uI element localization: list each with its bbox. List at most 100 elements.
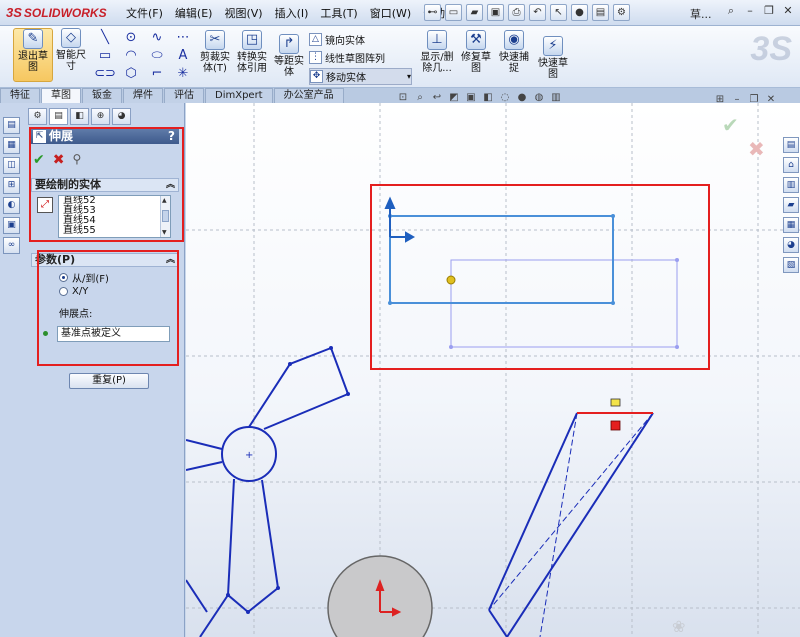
hide-show-icon[interactable]: ◌ bbox=[498, 91, 512, 105]
appearances-icon[interactable]: ◕ bbox=[783, 237, 799, 253]
library-icon[interactable]: ▥ bbox=[783, 177, 799, 193]
cancel-x-icon[interactable]: ✖ bbox=[53, 152, 65, 168]
restore-icon[interactable]: ❐ bbox=[761, 4, 777, 20]
viewport-minimize-icon[interactable]: – bbox=[730, 93, 744, 107]
viewport-close-icon[interactable]: ✕ bbox=[764, 93, 778, 107]
menu-tools[interactable]: 工具(T) bbox=[314, 5, 363, 21]
zoom-to-fit-icon[interactable]: ⊡ bbox=[396, 91, 410, 105]
collapse-chevron-icon[interactable]: ︽ bbox=[166, 254, 175, 266]
radio-button-selected[interactable] bbox=[59, 273, 68, 282]
tab-weldments[interactable]: 焊件 bbox=[123, 88, 163, 103]
spline-icon[interactable]: ∿ bbox=[144, 29, 170, 47]
tab-evaluate[interactable]: 评估 bbox=[164, 88, 204, 103]
ellipse-icon[interactable]: ⬭ bbox=[144, 47, 170, 65]
select-arrow-icon[interactable]: ↖ bbox=[550, 4, 567, 21]
fan-sketch[interactable] bbox=[186, 346, 350, 637]
text-a-icon[interactable]: A bbox=[170, 47, 196, 65]
configuration-icon[interactable]: ◫ bbox=[3, 157, 20, 174]
horizontal-relation-icon[interactable] bbox=[610, 398, 621, 407]
scroll-up-icon[interactable]: ▲ bbox=[162, 197, 167, 204]
scene-icon[interactable]: ◍ bbox=[532, 91, 546, 105]
section-view-icon[interactable]: ◩ bbox=[447, 91, 461, 105]
radio-xy[interactable]: X/Y bbox=[59, 286, 88, 297]
menu-view[interactable]: 视图(V) bbox=[218, 5, 268, 21]
new-document-icon[interactable]: ▭ bbox=[445, 4, 462, 21]
open-folder-icon[interactable]: ▰ bbox=[466, 4, 483, 21]
view-settings-icon[interactable]: ▥ bbox=[549, 91, 563, 105]
undo-icon[interactable]: ↶ bbox=[529, 4, 546, 21]
options-gear-icon[interactable]: ⚙ bbox=[613, 4, 630, 21]
rebuild-traffic-light-icon[interactable]: ● bbox=[571, 4, 588, 21]
radio-from-to[interactable]: 从/到(F) bbox=[59, 270, 109, 285]
tab-features[interactable]: 特征 bbox=[0, 88, 40, 103]
move-entities-command[interactable]: ✥ 移动实体 ▾ bbox=[309, 68, 412, 85]
tab-dimxpert[interactable]: DimXpert bbox=[205, 88, 273, 103]
polygon-icon[interactable]: ⬡ bbox=[118, 65, 144, 83]
help-icon[interactable]: ? bbox=[168, 129, 175, 144]
ok-check-icon[interactable]: ✔ bbox=[33, 152, 45, 168]
slot-icon[interactable]: ⊂⊃ bbox=[92, 65, 118, 83]
property-icon[interactable]: ▦ bbox=[3, 137, 20, 154]
menu-insert[interactable]: 插入(I) bbox=[269, 5, 315, 21]
confirmation-cancel-icon[interactable]: ✖ bbox=[748, 137, 765, 161]
offset-entities-button[interactable]: ↱ 等距实 体 bbox=[272, 34, 306, 78]
view-orientation-icon[interactable]: ▣ bbox=[464, 91, 478, 105]
display-delete-relations-button[interactable]: ⊥ 显示/删 除几... bbox=[418, 30, 456, 74]
view-palette-icon[interactable]: ▦ bbox=[783, 217, 799, 233]
centerline-icon[interactable]: ⋯ bbox=[170, 29, 196, 47]
smart-dimension-button[interactable]: ◇ 智能尺 寸 bbox=[53, 28, 89, 72]
point-icon[interactable]: ✳ bbox=[170, 65, 196, 83]
menu-window[interactable]: 窗口(W) bbox=[364, 5, 417, 21]
custom-properties-icon[interactable]: ▧ bbox=[783, 257, 799, 273]
mirror-entities-command[interactable]: △ 镜向实体 bbox=[309, 32, 365, 47]
minimize-icon[interactable]: – bbox=[742, 4, 758, 20]
pushpin-icon[interactable]: ⚲ bbox=[72, 152, 81, 168]
feature-manager-tab-icon[interactable]: ⚙ bbox=[28, 108, 47, 125]
pin-icon[interactable]: ⊷ bbox=[424, 4, 441, 21]
zoom-to-area-icon[interactable]: ⌕ bbox=[413, 91, 427, 105]
rapid-sketch-button[interactable]: ⚡ 快速草 图 bbox=[536, 36, 570, 80]
convert-entities-button[interactable]: ◳ 转换实 体引用 bbox=[234, 30, 270, 74]
quick-snaps-button[interactable]: ◉ 快速捕 捉 bbox=[496, 30, 532, 74]
tab-sketch[interactable]: 草图 bbox=[41, 88, 81, 103]
chevron-down-icon[interactable]: ▾ bbox=[407, 72, 411, 81]
display-manager-tab-icon[interactable]: ◕ bbox=[112, 108, 131, 125]
menu-file[interactable]: 文件(F) bbox=[120, 5, 169, 21]
entities-listbox[interactable]: 直线52 直线53 直线54 直线55 ▲ ▼ bbox=[58, 195, 171, 238]
menu-edit[interactable]: 编辑(E) bbox=[169, 5, 219, 21]
save-icon[interactable]: ▣ bbox=[487, 4, 504, 21]
scroll-thumb[interactable] bbox=[162, 210, 169, 222]
tab-sheet-metal[interactable]: 钣金 bbox=[82, 88, 122, 103]
parameters-group-header[interactable]: 参数(P) ︽ bbox=[31, 253, 179, 267]
stretch-base-point[interactable] bbox=[446, 275, 456, 285]
entities-group-header[interactable]: 要绘制的实体 ︽ bbox=[31, 178, 179, 192]
previous-view-icon[interactable]: ↩ bbox=[430, 91, 444, 105]
radio-button[interactable] bbox=[59, 287, 68, 296]
sketch-canvas[interactable]: + bbox=[186, 103, 800, 637]
line-icon[interactable]: ╲ bbox=[92, 29, 118, 47]
file-properties-icon[interactable]: ▤ bbox=[592, 4, 609, 21]
repair-sketch-button[interactable]: ⚒ 修复草 图 bbox=[458, 30, 494, 74]
print-icon[interactable]: ⎙ bbox=[508, 4, 525, 21]
tab-office-products[interactable]: 办公室产品 bbox=[273, 88, 344, 103]
trim-entities-button[interactable]: ✂ 剪裁实 体(T) bbox=[198, 30, 232, 74]
fixed-relation-icon[interactable] bbox=[610, 420, 621, 431]
confirmation-ok-icon[interactable]: ✔ bbox=[722, 113, 739, 137]
linear-pattern-command[interactable]: ⋮ 线性草图阵列 bbox=[309, 50, 385, 65]
scroll-down-icon[interactable]: ▼ bbox=[162, 229, 167, 236]
home-icon[interactable]: ⌂ bbox=[783, 157, 799, 173]
list-item[interactable]: 直线55 bbox=[59, 226, 170, 236]
exit-sketch-button[interactable]: ✎ 退出草 图 bbox=[13, 28, 53, 82]
circle-icon[interactable]: ⊙ bbox=[118, 29, 144, 47]
collapse-chevron-icon[interactable]: ︽ bbox=[166, 179, 175, 191]
dimxpert-manager-tab-icon[interactable]: ⊕ bbox=[91, 108, 110, 125]
resources-icon[interactable]: ▤ bbox=[783, 137, 799, 153]
display-icon[interactable]: ◐ bbox=[3, 197, 20, 214]
close-icon[interactable]: ✕ bbox=[780, 4, 796, 20]
triangle-sketch[interactable] bbox=[488, 412, 654, 637]
dimxpert-icon[interactable]: ⊞ bbox=[3, 177, 20, 194]
fillet-icon[interactable]: ⌐ bbox=[144, 65, 170, 83]
viewport-split-icon[interactable]: ⊞ bbox=[713, 93, 727, 107]
feature-tree-icon[interactable]: ▤ bbox=[3, 117, 20, 134]
listbox-scrollbar[interactable]: ▲ ▼ bbox=[160, 196, 170, 237]
